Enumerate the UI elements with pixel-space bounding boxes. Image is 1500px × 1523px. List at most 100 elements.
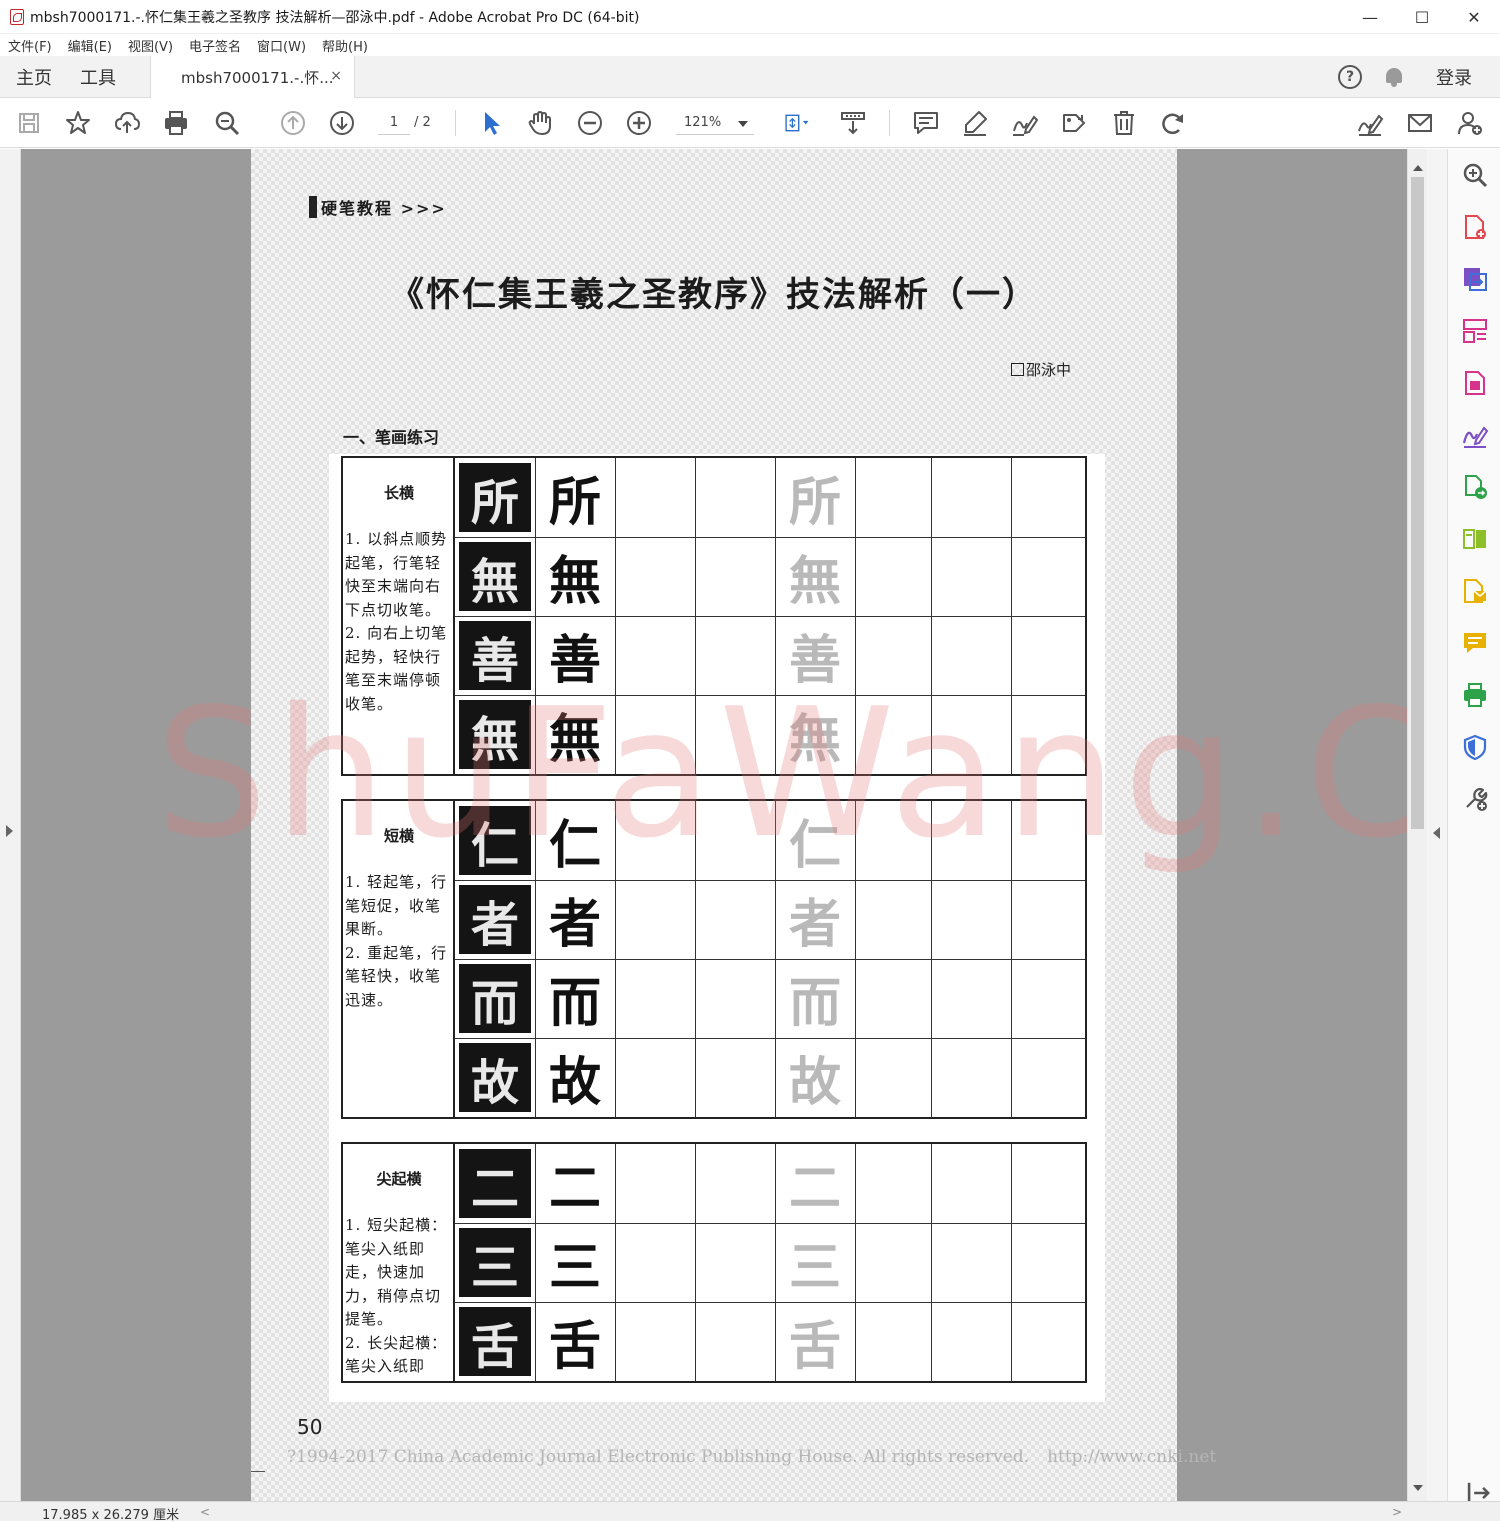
bookmark-star-icon[interactable] bbox=[63, 108, 93, 138]
practice-table: 长横 1. 以斜点顺势起笔，行笔轻快至末端向右下点切收笔。 2. 向右上切笔起势，… bbox=[341, 456, 1087, 776]
scroll-up-icon[interactable] bbox=[1413, 165, 1423, 171]
fit-page-icon[interactable] bbox=[778, 108, 818, 138]
edit-pdf-icon[interactable] bbox=[1461, 369, 1489, 397]
save-icon[interactable] bbox=[14, 108, 44, 138]
grid-column-line bbox=[1011, 1144, 1012, 1381]
chevron-down-icon bbox=[738, 121, 748, 127]
send-for-review-icon[interactable] bbox=[1461, 473, 1489, 501]
collapse-panel-icon[interactable] bbox=[1464, 1479, 1490, 1504]
zoom-tool-icon[interactable] bbox=[1461, 161, 1489, 189]
rubbing-sample: 善 bbox=[459, 621, 531, 690]
tab-tools[interactable]: 工具 bbox=[80, 64, 116, 90]
model-character: 舌 bbox=[548, 1316, 601, 1377]
trace-character: 仁 bbox=[788, 815, 841, 876]
previous-page-icon[interactable] bbox=[278, 108, 308, 138]
protect-shield-icon[interactable] bbox=[1461, 733, 1489, 761]
hand-tool-icon[interactable] bbox=[525, 108, 555, 138]
left-panel-toggle[interactable] bbox=[0, 149, 21, 1501]
more-tools-icon[interactable] bbox=[1461, 785, 1489, 813]
compare-files-icon[interactable] bbox=[1461, 525, 1489, 553]
close-button[interactable]: ✕ bbox=[1448, 0, 1500, 34]
section-tag-text: 硬笔教程 >>> bbox=[321, 199, 447, 218]
stroke-name: 尖起横 bbox=[376, 1170, 422, 1188]
model-character: 仁 bbox=[548, 815, 601, 876]
right-panel-toggle[interactable] bbox=[1427, 149, 1447, 1501]
scroll-left-icon[interactable]: < bbox=[200, 1505, 210, 1519]
trace-character: 三 bbox=[788, 1237, 841, 1298]
trace-character: 善 bbox=[788, 630, 841, 691]
zoom-out-icon[interactable] bbox=[575, 108, 605, 138]
email-icon[interactable] bbox=[1405, 108, 1435, 138]
rubbing-sample: 三 bbox=[459, 1228, 531, 1297]
page-size-readout: 17.985 x 26.279 厘米 bbox=[42, 1508, 180, 1523]
trace-character: 無 bbox=[788, 551, 841, 612]
menu-help[interactable]: 帮助(H) bbox=[322, 36, 368, 55]
model-character: 故 bbox=[548, 1052, 601, 1113]
menu-file[interactable]: 文件(F) bbox=[8, 36, 52, 55]
document-viewport[interactable]: 硬笔教程 >>> 《怀仁集王羲之圣教序》技法解析（一） 邵泳中 一、笔画练习 长… bbox=[21, 149, 1407, 1501]
page-total: / 2 bbox=[414, 115, 431, 130]
model-character: 無 bbox=[548, 709, 601, 770]
expand-left-icon bbox=[6, 825, 13, 837]
zoom-search-icon[interactable] bbox=[212, 108, 242, 138]
model-character: 所 bbox=[548, 472, 601, 533]
stroke-name: 短横 bbox=[383, 827, 414, 845]
send-file-icon[interactable] bbox=[1461, 577, 1489, 605]
stamp-tag-icon[interactable] bbox=[1059, 108, 1089, 138]
model-character: 善 bbox=[548, 630, 601, 691]
print-production-icon[interactable] bbox=[1461, 681, 1489, 709]
vertical-scrollbar[interactable] bbox=[1407, 149, 1427, 1501]
practice-table: 尖起横 1. 短尖起横：笔尖入纸即走，快速加力，稍停点切提笔。 2. 长尖起横：笔… bbox=[341, 1142, 1087, 1383]
login-button[interactable]: 登录 bbox=[1436, 64, 1472, 90]
menu-view[interactable]: 视图(V) bbox=[128, 36, 173, 55]
stroke-description-cell: 长横 1. 以斜点顺势起笔，行笔轻快至末端向右下点切收笔。 2. 向右上切笔起势，… bbox=[343, 458, 455, 774]
status-bar: 17.985 x 26.279 厘米 < > bbox=[0, 1501, 1500, 1523]
add-comment-icon[interactable] bbox=[1461, 629, 1489, 657]
zoom-in-icon[interactable] bbox=[624, 108, 654, 138]
next-page-icon[interactable] bbox=[327, 108, 357, 138]
tab-close-icon[interactable]: × bbox=[330, 68, 342, 84]
rubbing-sample: 者 bbox=[459, 885, 531, 954]
draw-sign-icon[interactable] bbox=[1009, 108, 1039, 138]
comment-icon[interactable] bbox=[911, 108, 941, 138]
highlight-pen-icon[interactable] bbox=[960, 108, 990, 138]
tab-home[interactable]: 主页 bbox=[16, 64, 52, 90]
scroll-down-icon[interactable] bbox=[1413, 1485, 1423, 1491]
stroke-instructions: 1. 以斜点顺势起笔，行笔轻快至末端向右下点切收笔。 2. 向右上切笔起势，轻快… bbox=[345, 530, 448, 713]
scroll-mode-icon[interactable] bbox=[838, 108, 868, 138]
pdf-page: 硬笔教程 >>> 《怀仁集王羲之圣教序》技法解析（一） 邵泳中 一、笔画练习 长… bbox=[251, 149, 1216, 1501]
notification-bell-icon[interactable] bbox=[1384, 66, 1404, 88]
practice-content: 长横 1. 以斜点顺势起笔，行笔轻快至末端向右下点切收笔。 2. 向右上切笔起势，… bbox=[329, 454, 1105, 1402]
menu-window[interactable]: 窗口(W) bbox=[257, 36, 306, 55]
delete-trash-icon[interactable] bbox=[1109, 108, 1139, 138]
redo-icon[interactable] bbox=[1158, 108, 1188, 138]
model-character: 者 bbox=[548, 894, 601, 955]
page-number-input[interactable]: 1 bbox=[378, 111, 410, 135]
cloud-upload-icon[interactable] bbox=[112, 108, 142, 138]
minimize-button[interactable]: — bbox=[1344, 0, 1396, 34]
rubbing-sample: 而 bbox=[459, 964, 531, 1033]
help-icon[interactable]: ? bbox=[1338, 65, 1362, 89]
zoom-level-dropdown[interactable]: 121% bbox=[676, 111, 754, 135]
copyright-text: ?1994-2017 China Academic Journal Electr… bbox=[287, 1447, 1030, 1467]
select-cursor-icon[interactable] bbox=[476, 108, 506, 138]
toolbar-divider bbox=[889, 110, 890, 136]
add-user-icon[interactable] bbox=[1455, 108, 1485, 138]
print-icon[interactable] bbox=[161, 108, 191, 138]
scroll-right-icon[interactable]: > bbox=[1392, 1505, 1402, 1519]
fill-and-sign-icon[interactable] bbox=[1461, 421, 1489, 449]
create-pdf-icon[interactable] bbox=[1461, 213, 1489, 241]
section-subheading: 一、笔画练习 bbox=[343, 428, 440, 447]
menu-edit[interactable]: 编辑(E) bbox=[68, 36, 112, 55]
trace-character: 無 bbox=[788, 709, 841, 770]
fill-sign-icon[interactable] bbox=[1355, 108, 1385, 138]
export-pdf-icon[interactable] bbox=[1461, 265, 1489, 293]
scroll-thumb[interactable] bbox=[1411, 177, 1424, 829]
menu-esign[interactable]: 电子签名 bbox=[189, 36, 241, 55]
author: 邵泳中 bbox=[1011, 359, 1071, 380]
tab-document[interactable]: mbsh7000171.-.怀... × bbox=[150, 56, 355, 98]
stroke-instructions: 1. 轻起笔，行笔短促，收笔果断。 2. 重起笔，行笔轻快，收笔迅速。 bbox=[345, 873, 448, 1009]
organize-pages-icon[interactable] bbox=[1461, 317, 1489, 345]
maximize-button[interactable]: ☐ bbox=[1396, 0, 1448, 34]
toolbar-divider bbox=[455, 110, 456, 136]
